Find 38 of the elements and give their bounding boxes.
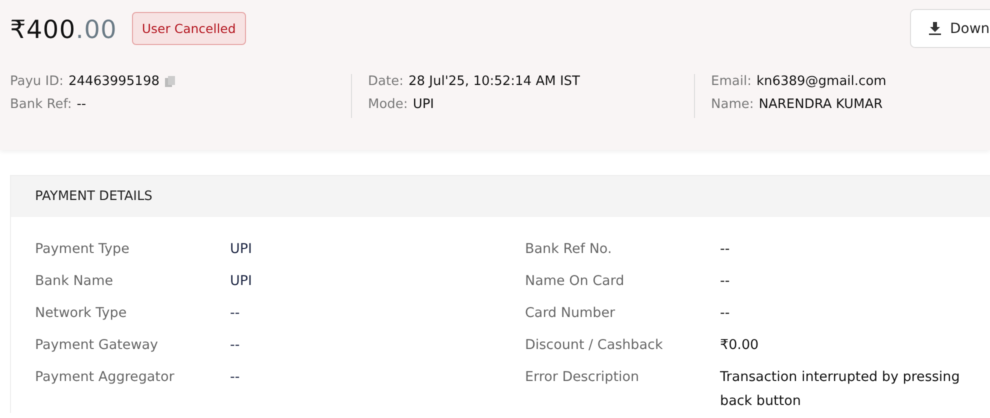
field-label: Name:	[711, 97, 754, 112]
field-label: Email:	[711, 74, 752, 89]
detail-value: --	[230, 304, 241, 323]
download-button[interactable]: Down	[910, 9, 990, 48]
field-value: --	[76, 97, 86, 112]
detail-value: --	[720, 304, 731, 323]
field-label: Date:	[368, 74, 404, 89]
detail-label: Bank Ref No.	[525, 240, 613, 259]
download-icon	[929, 22, 941, 35]
detail-label: Discount / Cashback	[525, 336, 664, 355]
detail-value: --	[230, 368, 241, 387]
amount: ₹400.00	[10, 15, 117, 44]
detail-label: Error Description	[525, 368, 640, 387]
field-value: kn6389@gmail.com	[756, 74, 886, 89]
status-badge: User Cancelled	[132, 12, 246, 45]
field-value: 28 Jul'25, 10:52:14 AM IST	[408, 74, 580, 89]
detail-value: ₹0.00	[720, 336, 760, 355]
section-title: PAYMENT DETAILS	[11, 176, 990, 217]
detail-value: UPI	[230, 272, 254, 291]
field-label: Mode:	[368, 97, 408, 112]
field-value: UPI	[412, 97, 434, 112]
detail-value: --	[720, 272, 731, 291]
field-value: 24463995198	[68, 74, 160, 89]
detail-value: --	[230, 336, 241, 355]
field-value: NARENDRA KUMAR	[758, 97, 883, 112]
detail-label: Bank Name	[35, 272, 114, 291]
detail-value: UPI	[230, 240, 254, 259]
detail-label: Network Type	[35, 304, 128, 323]
detail-label: Card Number	[525, 304, 616, 323]
field-label: Bank Ref:	[10, 97, 72, 112]
field-label: Payu ID:	[10, 74, 64, 89]
detail-label: Name On Card	[525, 272, 626, 291]
detail-label: Payment Gateway	[35, 336, 160, 355]
detail-label: Payment Aggregator	[35, 368, 176, 387]
copy-icon[interactable]	[164, 76, 174, 87]
detail-value: Transaction interrupted by pressing back button	[720, 368, 961, 411]
detail-label: Payment Type	[35, 240, 130, 259]
detail-value: --	[720, 240, 731, 259]
